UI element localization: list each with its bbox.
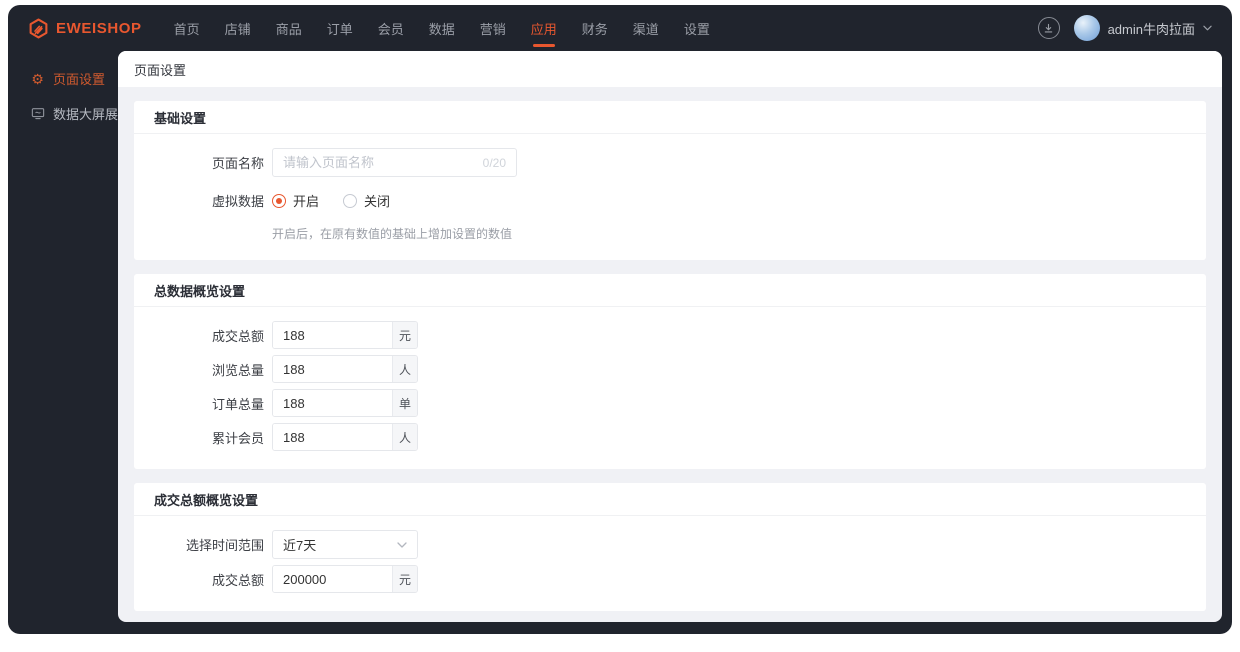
virtual-data-helper-text: 开启后，在原有数值的基础上增加设置的数值 xyxy=(272,227,513,241)
field-total-views: 浏览总量 人 xyxy=(154,355,1186,383)
card-title: 成交总额概览设置 xyxy=(134,483,1206,516)
select-value: 近7天 xyxy=(283,538,317,553)
time-range-select[interactable]: 近7天 xyxy=(272,530,418,559)
field-time-range: 选择时间范围 近7天 xyxy=(154,530,1186,559)
avatar xyxy=(1073,15,1100,41)
radio-dot-icon xyxy=(343,193,358,208)
brand-name: EWEISHOP xyxy=(56,19,142,37)
chevron-down-icon xyxy=(397,541,407,548)
card-overview-settings: 总数据概览设置 成交总额 元 浏览总量 xyxy=(134,274,1206,469)
field-label: 选择时间范围 xyxy=(185,538,264,553)
char-counter: 0/20 xyxy=(482,155,506,170)
top-navbar: EWEISHOP 首页 店铺 商品 订单 会员 数据 营销 应用 财务 渠道 设… xyxy=(8,5,1232,51)
field-label: 累计会员 xyxy=(211,430,264,446)
page-header: 页面设置 xyxy=(118,51,1222,87)
total-views-input-group: 人 xyxy=(272,355,418,383)
field-label: 浏览总量 xyxy=(211,362,264,378)
topbar-right: admin牛肉拉面 xyxy=(1037,15,1212,41)
unit-addon: 元 xyxy=(392,566,417,592)
nav-item-channels[interactable]: 渠道 xyxy=(627,5,665,51)
radio-off[interactable]: 关闭 xyxy=(343,191,390,210)
unit-addon: 人 xyxy=(392,424,417,450)
nav-item-marketing[interactable]: 营销 xyxy=(474,5,512,51)
total-orders-input-group: 单 xyxy=(272,389,418,417)
radio-on[interactable]: 开启 xyxy=(272,191,319,210)
app-window: EWEISHOP 首页 店铺 商品 订单 会员 数据 营销 应用 财务 渠道 设… xyxy=(8,5,1232,634)
field-label: 成交总额 xyxy=(211,572,264,588)
unit-addon: 元 xyxy=(392,322,417,348)
card-turnover-settings: 成交总额概览设置 选择时间范围 近7天 成交总额 200000 元 xyxy=(134,483,1206,611)
total-members-input[interactable] xyxy=(273,424,392,450)
sidebar-item-page-settings[interactable]: ⚙ 页面设置 xyxy=(8,61,118,96)
chevron-down-icon xyxy=(1203,25,1212,31)
nav-item-data[interactable]: 数据 xyxy=(423,5,461,51)
field-label: 虚拟数据 xyxy=(211,194,264,209)
field-page-name: 页面名称 0/20 xyxy=(154,148,1186,177)
nav-item-finance[interactable]: 财务 xyxy=(576,5,614,51)
user-name: admin牛肉拉面 xyxy=(1107,21,1195,37)
nav-item-goods[interactable]: 商品 xyxy=(270,5,308,51)
page-title: 页面设置 xyxy=(134,62,187,78)
card-basic-settings: 基础设置 页面名称 0/20 虚拟数据 xyxy=(134,101,1206,260)
brand-hexagon-icon xyxy=(28,18,49,39)
page-name-input-wrap: 0/20 xyxy=(272,148,517,177)
nav-item-apps[interactable]: 应用 xyxy=(525,5,563,51)
sidebar-item-data-screen[interactable]: 数据大屏展示 xyxy=(8,96,131,131)
nav-item-settings[interactable]: 设置 xyxy=(678,5,716,51)
gear-icon: ⚙ xyxy=(31,70,44,87)
field-turnover-amount: 成交总额 元 xyxy=(154,565,1186,593)
page-content: 基础设置 页面名称 0/20 虚拟数据 xyxy=(118,87,1222,622)
nav-item-members[interactable]: 会员 xyxy=(372,5,410,51)
virtual-data-radio-group: 开启 关闭 xyxy=(272,191,390,210)
nav-item-home[interactable]: 首页 xyxy=(168,5,206,51)
user-menu[interactable]: admin牛肉拉面 xyxy=(1073,15,1212,41)
total-turnover-input-group: 元 xyxy=(272,321,418,349)
total-turnover-input[interactable] xyxy=(273,322,392,348)
turnover-amount-input[interactable] xyxy=(273,566,392,592)
main-nav: 首页 店铺 商品 订单 会员 数据 营销 应用 财务 渠道 设置 xyxy=(168,5,716,51)
card-title: 基础设置 xyxy=(134,101,1206,134)
field-virtual-data: 虚拟数据 开启 关闭 xyxy=(154,191,1186,210)
total-orders-input[interactable] xyxy=(273,390,392,416)
field-total-orders: 订单总量 单 xyxy=(154,389,1186,417)
nav-item-orders[interactable]: 订单 xyxy=(321,5,359,51)
total-members-input-group: 人 xyxy=(272,423,418,451)
page-name-input[interactable] xyxy=(283,155,477,170)
sidebar-item-label: 页面设置 xyxy=(53,72,106,87)
field-label: 订单总量 xyxy=(211,396,264,412)
field-label: 页面名称 xyxy=(211,156,264,171)
turnover-amount-input-group: 元 xyxy=(272,565,418,593)
field-label: 成交总额 xyxy=(211,328,264,344)
unit-addon: 人 xyxy=(392,356,417,382)
download-icon[interactable] xyxy=(1037,17,1060,39)
total-views-input[interactable] xyxy=(273,356,392,382)
main-panel: 页面设置 基础设置 页面名称 0/20 xyxy=(118,51,1222,622)
card-title: 总数据概览设置 xyxy=(134,274,1206,307)
brand-logo[interactable]: EWEISHOP xyxy=(28,18,142,39)
sidebar: ⚙ 页面设置 数据大屏展示 xyxy=(8,51,131,634)
unit-addon: 单 xyxy=(392,390,417,416)
radio-dot-icon xyxy=(272,193,286,208)
nav-item-shop[interactable]: 店铺 xyxy=(219,5,257,51)
field-total-turnover: 成交总额 元 xyxy=(154,321,1186,349)
field-total-members: 累计会员 人 xyxy=(154,423,1186,451)
monitor-icon xyxy=(30,107,45,120)
